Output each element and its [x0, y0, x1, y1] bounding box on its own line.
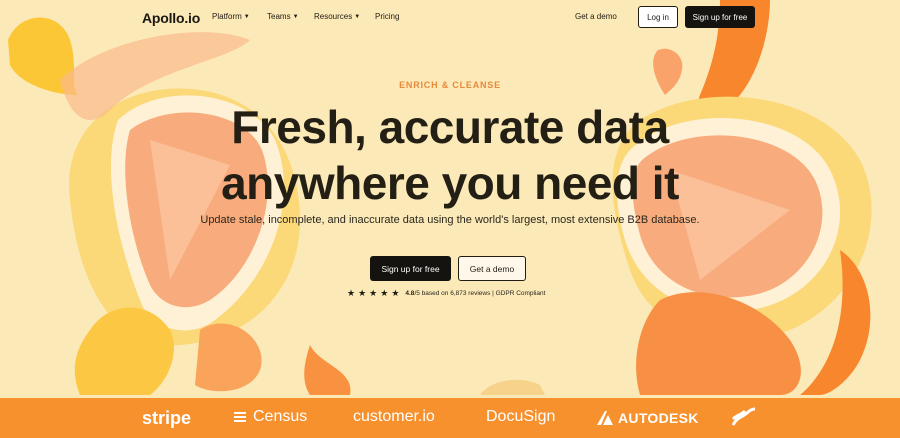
customerio-logo: customer.io — [353, 408, 435, 426]
hero-get-demo-button[interactable]: Get a demo — [458, 256, 526, 281]
apollo-logo[interactable]: Apollo.io — [142, 8, 200, 28]
census-logo: Census — [232, 408, 307, 426]
stripe-logo: stripe — [142, 408, 191, 429]
chevron-down-icon: ▼ — [354, 13, 361, 20]
partner-logo-mark — [731, 407, 757, 427]
docusign-logo: DocuSign — [486, 408, 555, 426]
bottom-swoosh — [480, 379, 545, 395]
left-bottom-blob — [74, 307, 174, 395]
nav-resources[interactable]: Resources ▼ — [314, 12, 360, 21]
hero-eyebrow: ENRICH & CLEANSE — [399, 80, 501, 90]
wave-mark-icon — [731, 407, 756, 426]
nav-teams-label: Teams — [267, 12, 291, 21]
rating-text: 4.8/5 based on 6,873 reviews | GDPR Comp… — [405, 290, 545, 297]
customerio-logo-text: customer.io — [353, 408, 435, 425]
hero-signup-button[interactable]: Sign up for free — [370, 256, 451, 281]
left-bottom-ribbon — [195, 323, 262, 392]
census-logo-text: Census — [253, 408, 308, 425]
nav-platform[interactable]: Platform ▼ — [212, 12, 250, 21]
nav-teams[interactable]: Teams ▼ — [267, 12, 299, 21]
hero-headline-line1: Fresh, accurate data — [231, 101, 669, 153]
nav-platform-label: Platform — [212, 12, 242, 21]
logo-text: Apollo.io — [142, 10, 201, 26]
page: Apollo.io Platform ▼ Teams ▼ Resources ▼… — [0, 0, 900, 438]
top-nav: Apollo.io Platform ▼ Teams ▼ Resources ▼… — [0, 0, 900, 36]
rating-row: ★ ★ ★ ★ ★ 4.8/5 based on 6,873 reviews |… — [347, 289, 545, 298]
chevron-down-icon: ▼ — [292, 13, 299, 20]
hero-headline-line2: anywhere you need it — [221, 157, 679, 209]
census-mark-icon — [234, 412, 246, 422]
nav-pricing[interactable]: Pricing — [375, 12, 399, 21]
star-icon: ★ — [358, 288, 367, 298]
nav-resources-label: Resources — [314, 12, 353, 21]
star-icon: ★ — [369, 288, 378, 298]
autodesk-mark-icon — [597, 411, 613, 425]
star-icon: ★ — [347, 288, 356, 298]
star-icon: ★ — [391, 288, 400, 298]
nav-get-demo-link[interactable]: Get a demo — [575, 12, 617, 21]
chevron-down-icon: ▼ — [243, 13, 250, 20]
nav-signup-button[interactable]: Sign up for free — [685, 6, 755, 28]
rating-details: /5 based on 6,873 reviews | GDPR Complia… — [414, 290, 546, 297]
star-icon: ★ — [380, 288, 389, 298]
rating-stars: ★ ★ ★ ★ ★ — [347, 289, 399, 298]
nav-pricing-label: Pricing — [375, 12, 400, 21]
bottom-flame — [304, 345, 351, 395]
login-button[interactable]: Log in — [638, 6, 678, 28]
hero-subtitle: Update stale, incomplete, and inaccurate… — [200, 214, 700, 226]
autodesk-logo-text: AUTODESK — [618, 410, 699, 426]
customer-logo-bar: stripe Census customer.io DocuSign AUTOD… — [0, 398, 900, 438]
stripe-logo-text: stripe — [142, 408, 192, 428]
autodesk-logo: AUTODESK — [597, 410, 699, 426]
docusign-logo-text: DocuSign — [486, 408, 556, 425]
